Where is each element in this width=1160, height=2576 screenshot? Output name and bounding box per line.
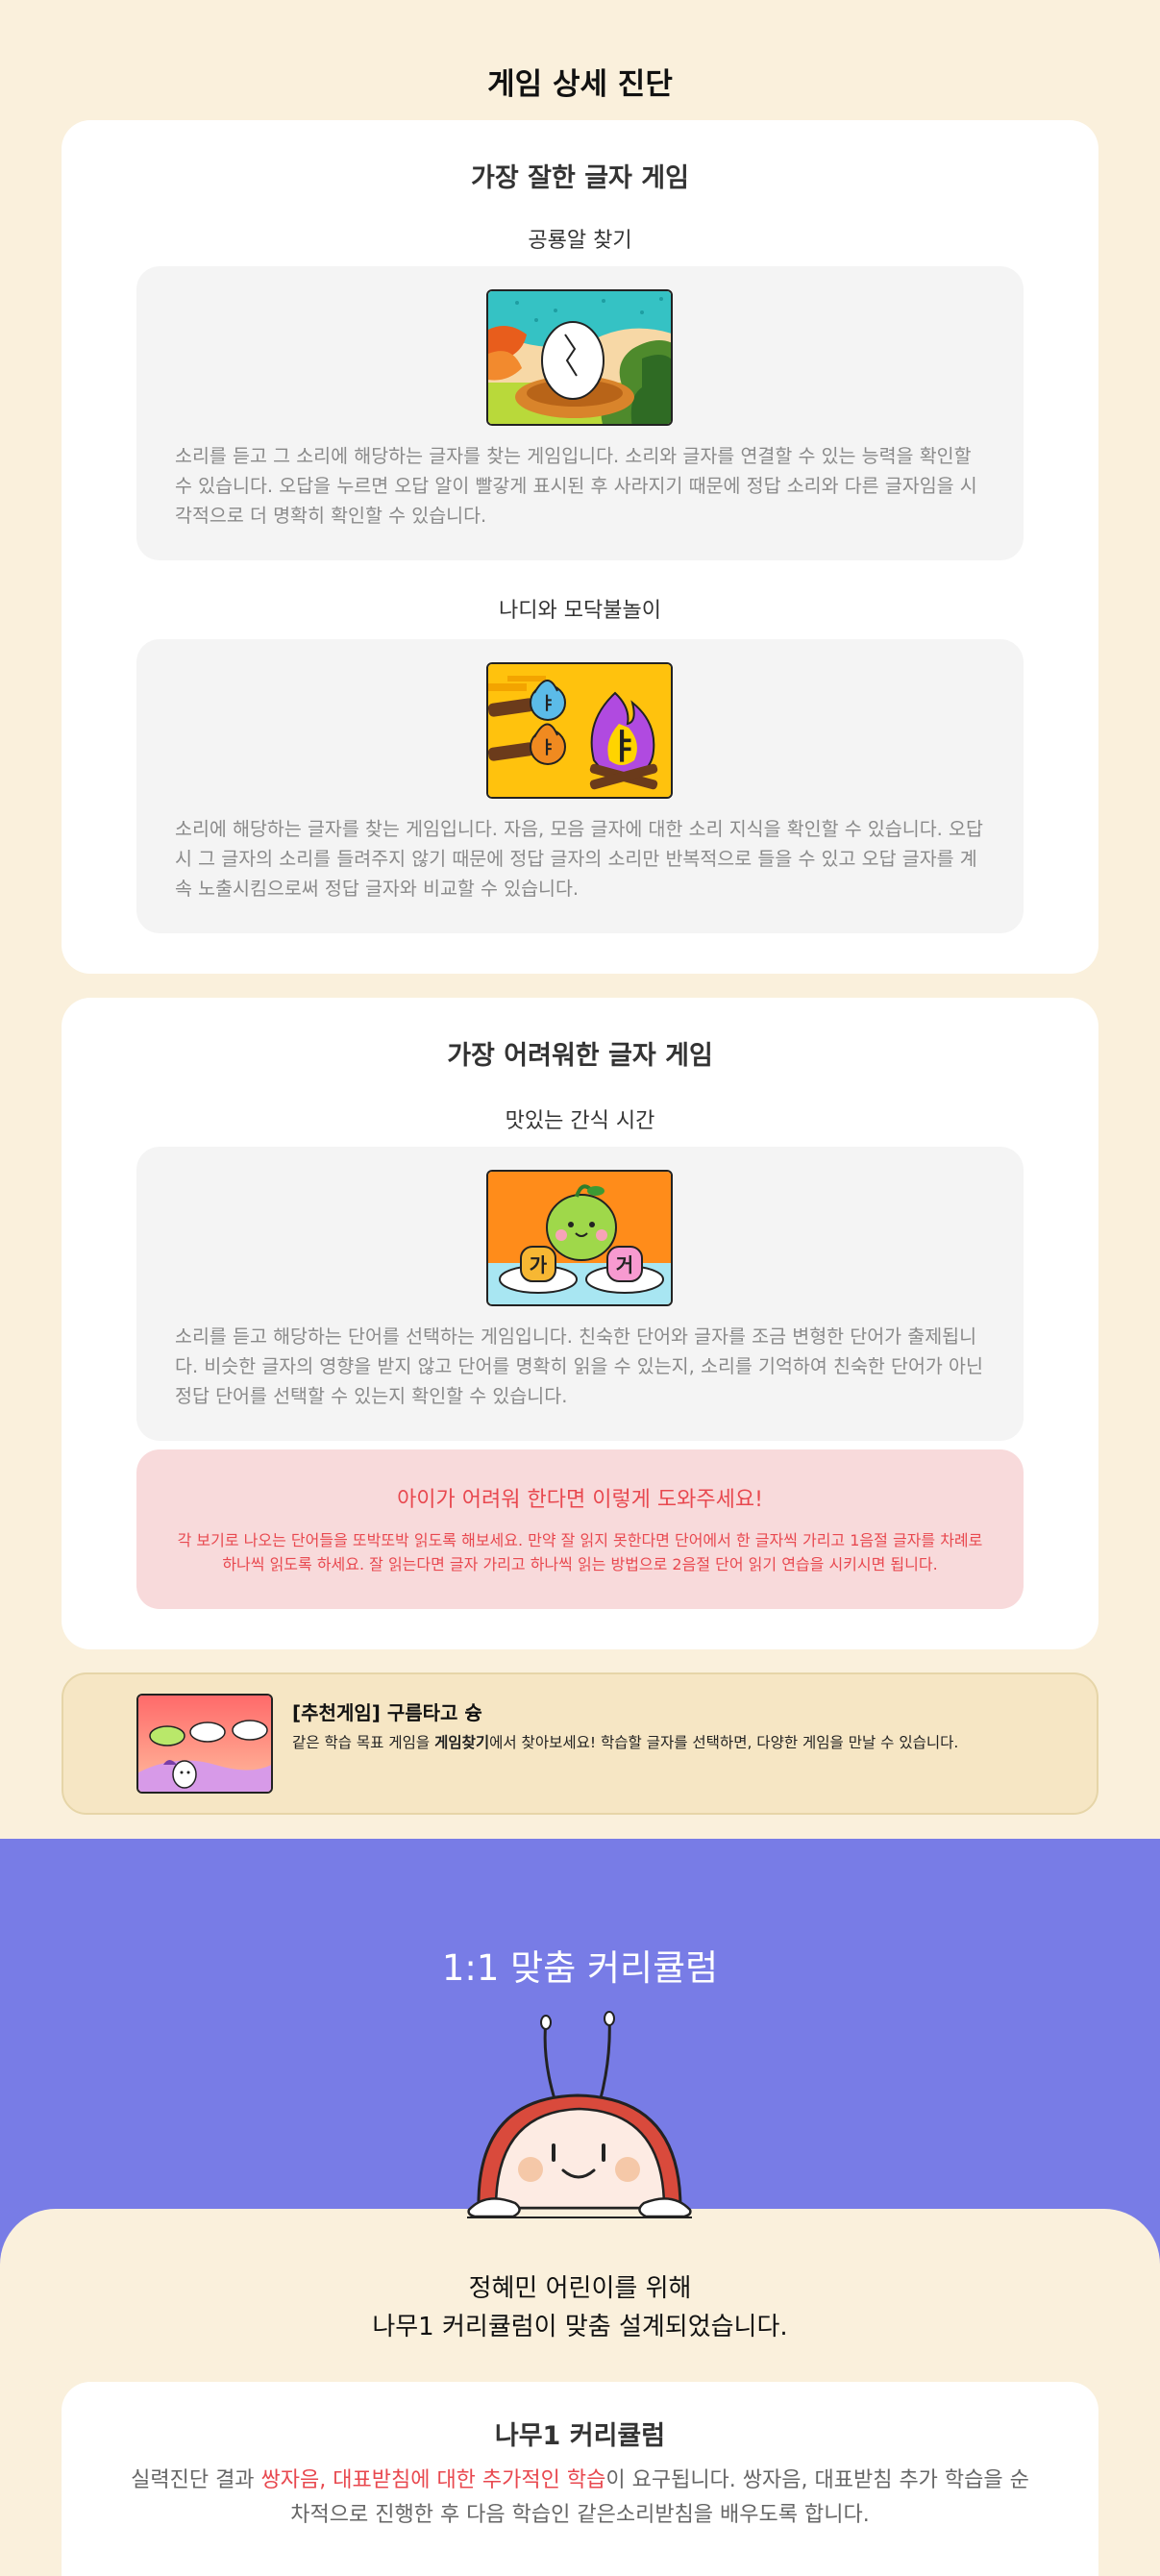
ladybug-mascot-icon	[467, 2011, 692, 2227]
snack-tile-2: 거	[616, 1253, 633, 1276]
page-title: 게임 상세 진단	[487, 67, 673, 102]
curriculum-card-title: 나무1 커리큘럼	[494, 2421, 666, 2451]
curriculum-highlight: 쌍자음, 대표받침에 대한 추가적인 학습	[260, 2468, 606, 2492]
game-finder-link[interactable]: 게임찾기	[434, 1734, 489, 1751]
game-box-dino-egg: 소리를 듣고 그 소리에 해당하는 글자를 찾는 게임입니다. 소리와 글자를 …	[136, 266, 1024, 560]
snack-time-bird-icon[interactable]: 가 거	[486, 1170, 673, 1306]
help-title: 아이가 어려워 한다면 이렇게 도와주세요!	[397, 1488, 763, 1512]
best-game-card: 가장 잘한 글자 게임 공룡알 찾기 소리를 듣고 그 소리에 해당하는 글자를…	[62, 120, 1098, 974]
campfire-letters-icon[interactable]: ㅑ ㅑ ㅑ	[486, 662, 673, 799]
help-box: 아이가 어려워 한다면 이렇게 도와주세요! 각 보기로 나오는 단어들을 또박…	[136, 1449, 1024, 1609]
fire-letter-3: ㅑ	[607, 728, 639, 767]
curriculum-card-text: 실력진단 결과 쌍자음, 대표받침에 대한 추가적인 학습이 요구됩니다. 쌍자…	[131, 2468, 1029, 2527]
snack-tile-1: 가	[530, 1253, 548, 1276]
game-name-snack-time: 맛있는 간식 시간	[505, 1109, 655, 1133]
recommended-game-title[interactable]: [추천게임] 구름타고 슝	[292, 1697, 482, 1725]
cloud-ride-icon[interactable]	[136, 1694, 273, 1794]
dinosaur-egg-nest-icon[interactable]	[486, 289, 673, 426]
dedication-line-1: 정혜민 어린이를 위해	[468, 2274, 692, 2303]
game-box-snack-time: 가 거 소리를 듣고 해당하는 단어를 선택하는 게임입니다. 친숙한 단어와 …	[136, 1147, 1024, 1441]
curriculum-title: 1:1 맞춤 커리큘럼	[441, 1947, 719, 1989]
curriculum-card: 나무1 커리큘럼 실력진단 결과 쌍자음, 대표받침에 대한 추가적인 학습이 …	[62, 2382, 1098, 2576]
hardest-game-heading: 가장 어려워한 글자 게임	[447, 1041, 713, 1071]
recommended-game-banner[interactable]: [추천게임] 구름타고 슝 같은 학습 목표 게임을 게임찾기에서 찾아보세요!…	[62, 1672, 1098, 1815]
help-text: 각 보기로 나오는 단어들을 또박또박 읽도록 해보세요. 만약 잘 읽지 못한…	[177, 1531, 983, 1573]
dedication-line-2: 나무1 커리큘럼이 맞춤 설계되었습니다.	[372, 2313, 788, 2341]
fire-letter-2: ㅑ	[540, 738, 556, 758]
curriculum-dedication: 정혜민 어린이를 위해 나무1 커리큘럼이 맞춤 설계되었습니다.	[0, 2269, 1160, 2346]
game-name-dino-egg: 공룡알 찾기	[528, 229, 632, 253]
game-description-dino-egg: 소리를 듣고 그 소리에 해당하는 글자를 찾는 게임입니다. 소리와 글자를 …	[175, 445, 977, 527]
game-description-snack-time: 소리를 듣고 해당하는 단어를 선택하는 게임입니다. 친숙한 단어와 글자를 …	[175, 1325, 983, 1407]
best-game-heading: 가장 잘한 글자 게임	[471, 163, 689, 193]
fire-letter-1: ㅑ	[540, 694, 556, 714]
game-box-campfire: ㅑ ㅑ ㅑ 소리에 해당하는 글자를 찾는 게임입니다. 자음, 모음 글자에 …	[136, 639, 1024, 933]
game-description-campfire: 소리에 해당하는 글자를 찾는 게임입니다. 자음, 모음 글자에 대한 소리 …	[175, 818, 983, 900]
recommended-game-description: 같은 학습 목표 게임을 게임찾기에서 찾아보세요! 학습할 글자를 선택하면,…	[292, 1734, 959, 1751]
game-name-campfire: 나디와 모닥불놀이	[499, 599, 661, 623]
hardest-game-card: 가장 어려워한 글자 게임 맛있는 간식 시간 가 거 소리를 듣고 해당하는 …	[62, 998, 1098, 1649]
